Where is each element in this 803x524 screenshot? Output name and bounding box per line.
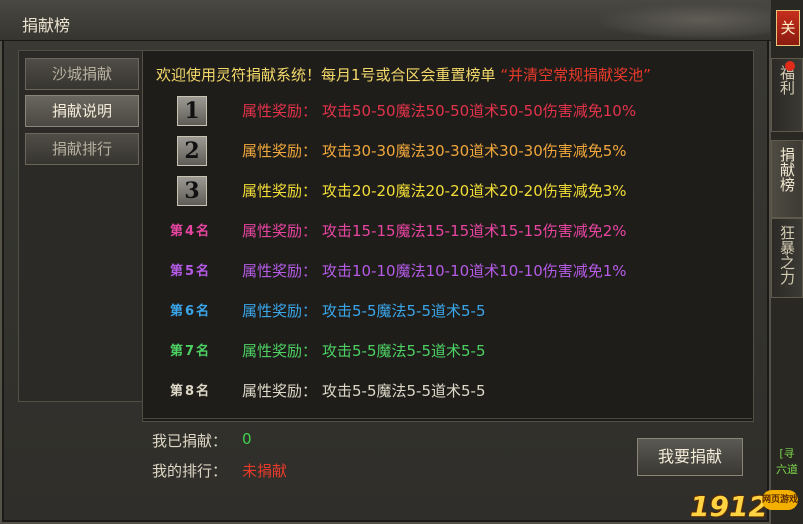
dragon-ornament-icon xyxy=(600,2,770,38)
donated-value: 0 xyxy=(242,430,252,448)
nav-sand-city-donation[interactable]: 沙城捐献 xyxy=(25,58,139,90)
side-tab-donation-board[interactable]: 捐献榜 xyxy=(771,140,803,218)
reward-label: 属性奖励： xyxy=(242,222,318,240)
rank-badge: 3 xyxy=(177,176,207,206)
reward-label: 属性奖励： xyxy=(242,262,318,280)
rank-row: 2 属性奖励： 攻击30-30魔法30-30道术30-30伤害减免5% xyxy=(152,136,752,166)
rank-text: 第4名 xyxy=(170,224,212,239)
window-title: 捐献榜 xyxy=(22,16,71,35)
rank-row: 第8名 属性奖励： 攻击5-5魔法5-5道术5-5 xyxy=(152,376,752,404)
reward-value: 攻击50-50魔法50-50道术50-50伤害减免10% xyxy=(322,102,637,120)
side-extra-text: [寻 六道 xyxy=(776,447,798,476)
divider xyxy=(142,418,752,419)
rank-row: 第5名 属性奖励： 攻击10-10魔法10-10道术10-10伤害减免1% xyxy=(152,256,752,284)
rank-row: 第7名 属性奖励： 攻击5-5魔法5-5道术5-5 xyxy=(152,336,752,364)
reward-label: 属性奖励： xyxy=(242,302,318,320)
my-rank-value: 未捐献 xyxy=(242,462,288,480)
rank-row: 1 属性奖励： 攻击50-50魔法50-50道术50-50伤害减免10% xyxy=(152,96,752,126)
rank-badge: 1 xyxy=(177,96,207,126)
rank-text: 第7名 xyxy=(170,344,212,359)
reward-label: 属性奖励： xyxy=(242,142,318,160)
rank-text: 第6名 xyxy=(170,304,212,319)
logo-badge: 网页游戏 xyxy=(762,490,798,510)
reward-value: 攻击10-10魔法10-10道术10-10伤害减免1% xyxy=(322,262,627,280)
reward-label: 属性奖励： xyxy=(242,382,318,400)
reward-value: 攻击5-5魔法5-5道术5-5 xyxy=(322,382,486,400)
title-bar[interactable]: 捐献榜 xyxy=(0,0,771,41)
my-rank-label: 我的排行： xyxy=(152,462,228,480)
side-tab-label: 狂暴之力 xyxy=(778,225,796,285)
notification-dot xyxy=(785,61,795,71)
reward-value: 攻击5-5魔法5-5道术5-5 xyxy=(322,342,486,360)
nav-donation-ranking[interactable]: 捐献排行 xyxy=(25,133,139,165)
reward-label: 属性奖励： xyxy=(242,102,318,120)
rank-row: 第6名 属性奖励： 攻击5-5魔法5-5道术5-5 xyxy=(152,296,752,324)
rank-row: 3 属性奖励： 攻击20-20魔法20-20道术20-20伤害减免3% xyxy=(152,176,752,206)
reward-value: 攻击15-15魔法15-15道术15-15伤害减免2% xyxy=(322,222,627,240)
rank-text: 第8名 xyxy=(170,384,212,399)
donate-button[interactable]: 我要捐献 xyxy=(637,438,743,476)
reward-value: 攻击5-5魔法5-5道术5-5 xyxy=(322,302,486,320)
site-logo: 1912 xyxy=(690,490,768,523)
notice-text: 欢迎使用灵符捐献系统！每月1号或合区会重置榜单 “并清空常规捐献奖池” xyxy=(156,66,651,84)
reward-label: 属性奖励： xyxy=(242,182,318,200)
reward-value: 攻击30-30魔法30-30道术30-30伤害减免5% xyxy=(322,142,627,160)
reward-value: 攻击20-20魔法20-20道术20-20伤害减免3% xyxy=(322,182,627,200)
side-tab-label: 捐献榜 xyxy=(778,147,796,192)
nav-donation-info[interactable]: 捐献说明 xyxy=(25,95,139,127)
reward-label: 属性奖励： xyxy=(242,342,318,360)
rank-text: 第5名 xyxy=(170,264,212,279)
side-tab-berserk[interactable]: 狂暴之力 xyxy=(771,218,803,298)
close-button[interactable]: 关 xyxy=(776,10,800,46)
rank-row: 第4名 属性奖励： 攻击15-15魔法15-15道术15-15伤害减免2% xyxy=(152,216,752,244)
rank-badge: 2 xyxy=(177,136,207,166)
donated-label: 我已捐献： xyxy=(152,432,228,450)
